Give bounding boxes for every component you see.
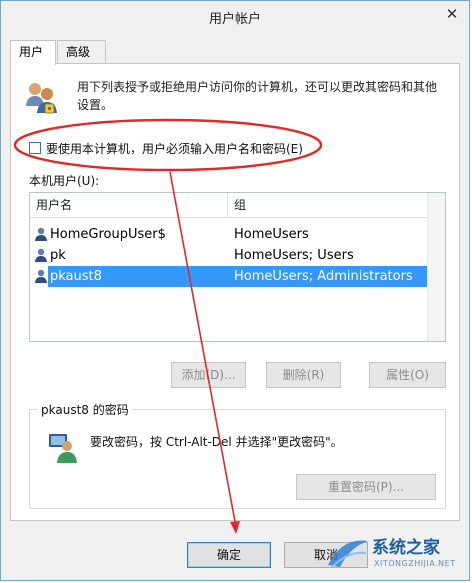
users-tab-panel: 用下列表授予或拒绝用户访问你的计算机，还可以更改其密码和其他设置。 要使用本计算… (10, 63, 460, 521)
table-row-selected[interactable]: pkaust8 HomeUsers; Administrators (30, 266, 428, 287)
reset-password-button[interactable]: 重置密码(P)... (296, 474, 436, 500)
column-header-username[interactable]: 用户名 (30, 193, 228, 217)
local-users-label: 本机用户(U): (29, 174, 100, 188)
users-icon (26, 83, 57, 114)
row-username: HomeGroupUser$ (50, 227, 166, 242)
list-scrollbar[interactable] (427, 193, 445, 341)
ok-button[interactable]: 确定 (187, 542, 271, 568)
close-button[interactable]: ✕ (439, 3, 465, 25)
user-password-icon (49, 434, 77, 463)
table-row[interactable]: pk HomeUsers; Users (30, 245, 428, 266)
require-password-checkbox[interactable] (29, 142, 41, 154)
require-password-label[interactable]: 要使用本计算机，用户必须输入用户名和密码(E) (46, 140, 303, 157)
cancel-button[interactable]: 取消 (284, 542, 368, 568)
row-group: HomeUsers; Administrators (234, 269, 413, 284)
row-group: HomeUsers; Users (234, 248, 354, 263)
row-username: pk (50, 248, 66, 263)
column-header-group[interactable]: 组 (228, 193, 428, 217)
window-title: 用户帐户 (208, 12, 261, 27)
user-icon (35, 227, 47, 241)
row-group: HomeUsers (234, 227, 309, 242)
user-icon (35, 269, 47, 283)
remove-user-button[interactable]: 删除(R) (266, 362, 341, 388)
local-users-list[interactable]: 用户名 组 HomeGroupUser$ HomeUsers pk HomeUs… (29, 192, 446, 342)
row-username: pkaust8 (50, 269, 102, 284)
add-user-button[interactable]: 添加(D)... (171, 362, 246, 388)
intro-text: 用下列表授予或拒绝用户访问你的计算机，还可以更改其密码和其他设置。 (77, 80, 438, 112)
password-group-title: pkaust8 的密码 (38, 401, 132, 418)
require-password-option[interactable]: 要使用本计算机，用户必须输入用户名和密码(E) (29, 138, 303, 158)
properties-button[interactable]: 属性(O) (369, 362, 446, 388)
password-group: pkaust8 的密码 要改密码，按 Ctrl-Alt-Del 并选择"更改密码… (29, 401, 446, 509)
table-row[interactable]: HomeGroupUser$ HomeUsers (30, 224, 428, 245)
tab-users[interactable]: 用户 (10, 40, 56, 65)
close-icon: ✕ (445, 5, 459, 23)
password-hint-text: 要改密码，按 Ctrl-Alt-Del 并选择"更改密码"。 (90, 435, 343, 449)
title-bar: 用户帐户 ✕ (1, 1, 469, 31)
user-accounts-dialog: 用户帐户 ✕ 用户 高级 用下列表授予或拒绝用户访问你的计算机，还可以更改其密码… (0, 0, 470, 581)
user-icon (35, 248, 47, 262)
list-header: 用户名 组 (30, 193, 428, 218)
tab-advanced[interactable]: 高级 (57, 40, 106, 63)
